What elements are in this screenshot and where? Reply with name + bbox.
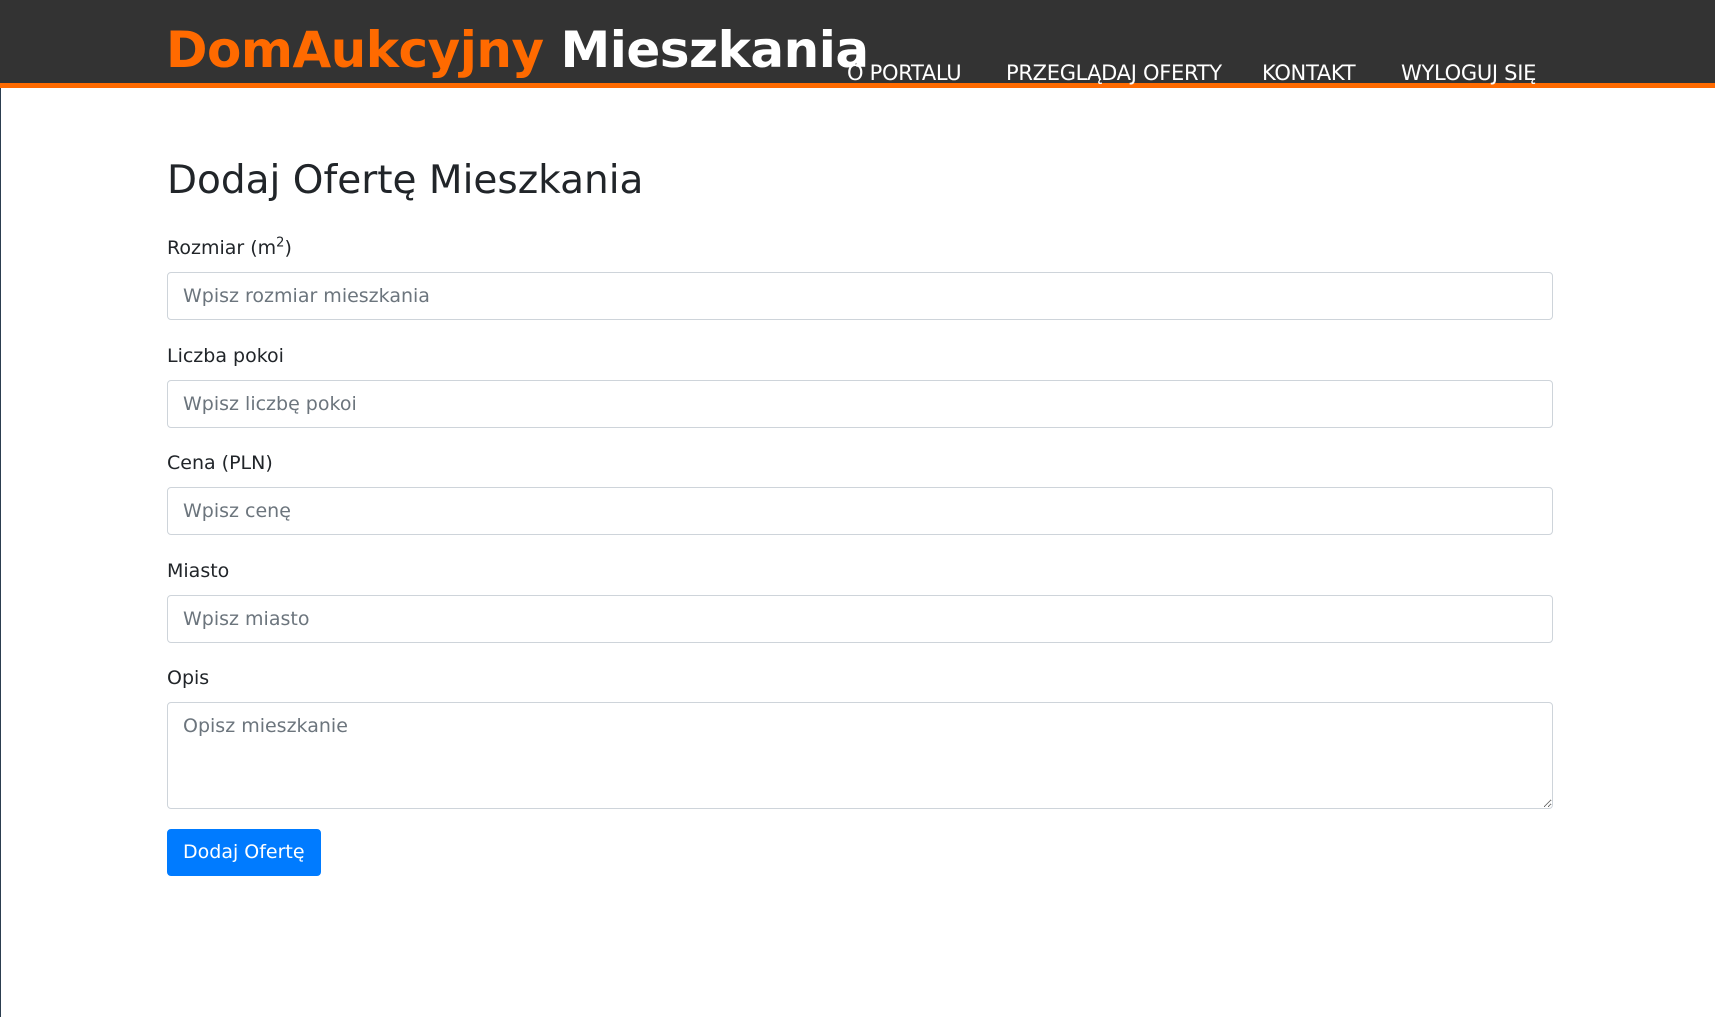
- rooms-input[interactable]: [167, 380, 1553, 428]
- add-offer-button[interactable]: Dodaj Ofertę: [167, 829, 321, 876]
- description-label: Opis: [167, 667, 210, 689]
- site-logo[interactable]: DomAukcyjny Mieszkania: [166, 18, 869, 82]
- rooms-label: Liczba pokoi: [167, 345, 284, 367]
- nav-item-contact[interactable]: KONTAKT: [1262, 58, 1356, 88]
- page-title: Dodaj Ofertę Mieszkania: [167, 158, 644, 203]
- price-label: Cena (PLN): [167, 452, 273, 474]
- nav-item-about[interactable]: O PORTALU: [847, 58, 962, 88]
- nav-item-logout[interactable]: WYLOGUJ SIĘ: [1401, 58, 1536, 88]
- size-input[interactable]: [167, 272, 1553, 320]
- nav-item-browse-offers[interactable]: PRZEGLĄDAJ OFERTY: [1006, 58, 1222, 88]
- description-textarea[interactable]: [167, 702, 1553, 809]
- city-input[interactable]: [167, 595, 1553, 643]
- price-input[interactable]: [167, 487, 1553, 535]
- size-label: Rozmiar (m2): [167, 235, 292, 259]
- brand-name-part2: Mieszkania: [560, 21, 869, 79]
- brand-name-part1: DomAukcyjny: [166, 21, 544, 79]
- site-header: DomAukcyjny Mieszkania O PORTALU PRZEGLĄ…: [0, 0, 1715, 88]
- city-label: Miasto: [167, 560, 230, 582]
